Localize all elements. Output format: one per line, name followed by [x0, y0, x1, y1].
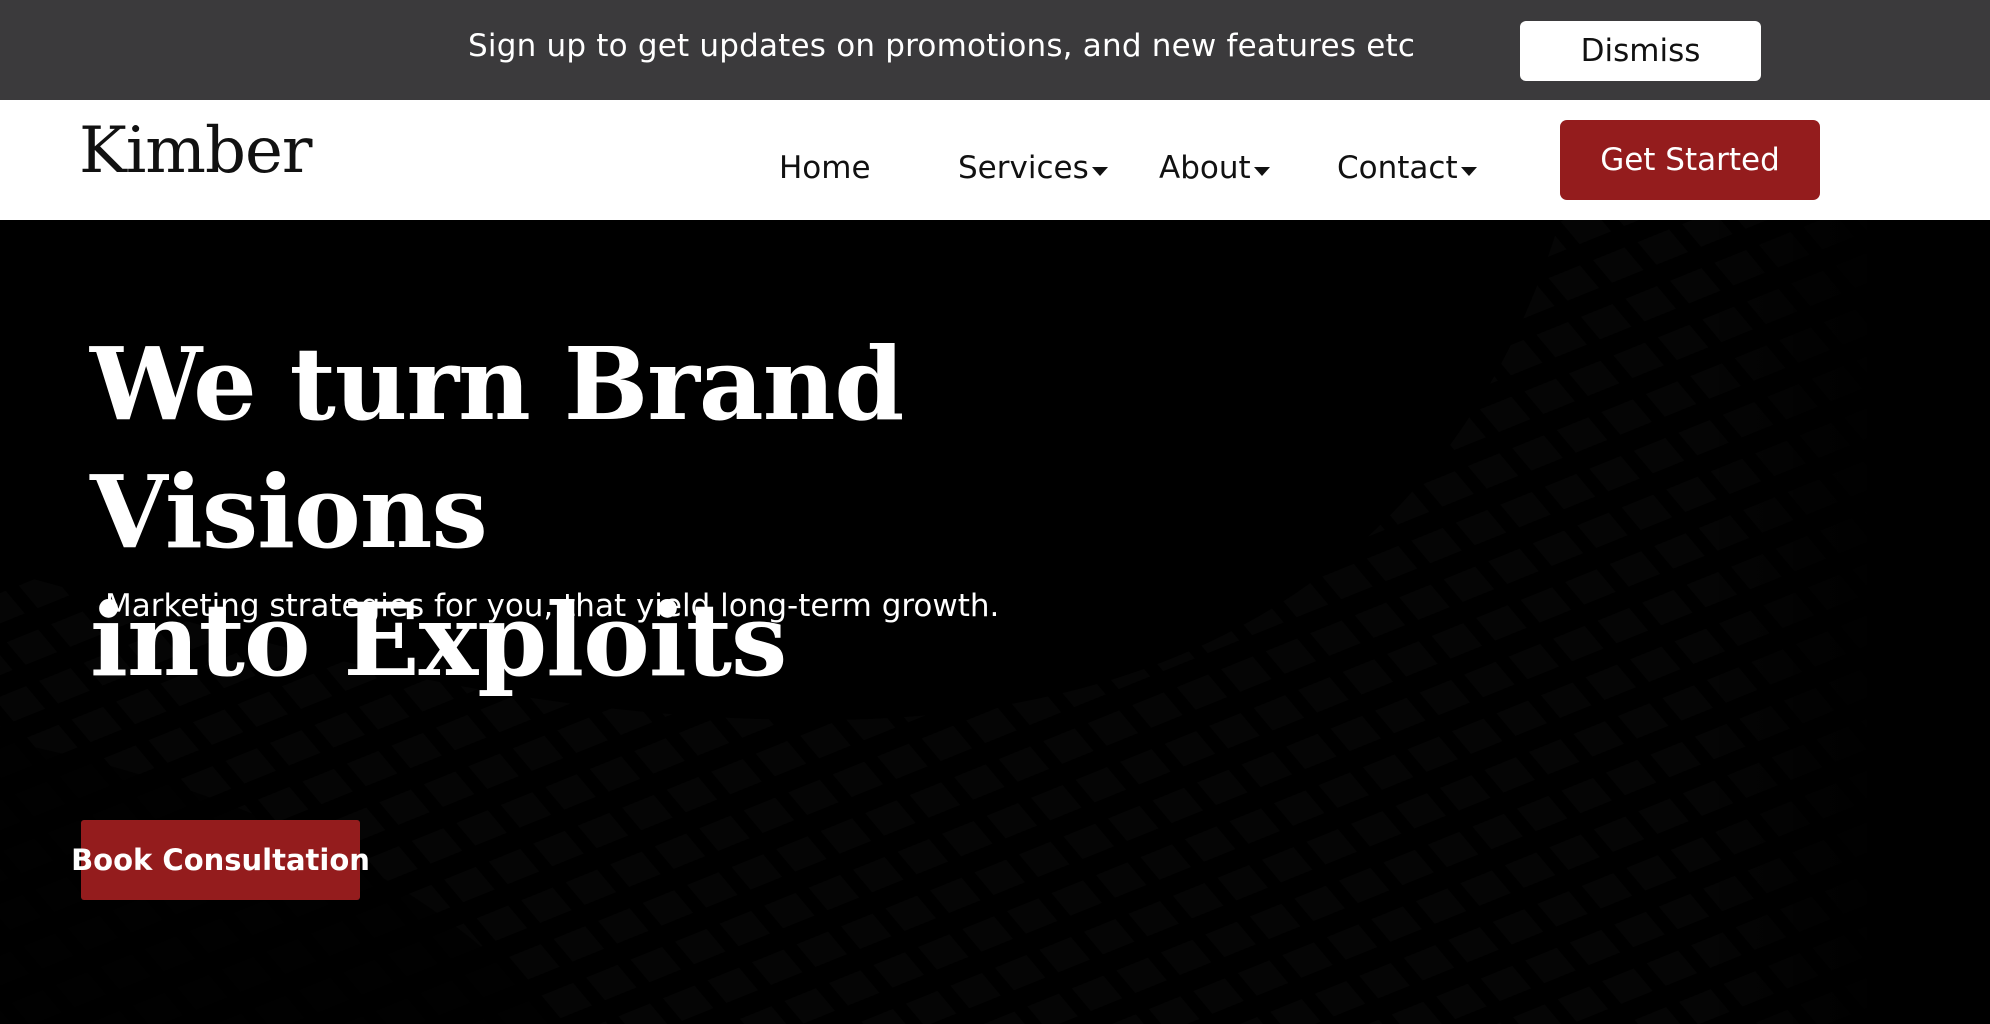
- hero-subtitle: Marketing strategies for you, that yield…: [105, 588, 1000, 624]
- nav-item-contact[interactable]: Contact: [1337, 150, 1477, 186]
- hero-title: We turn Brand Visions into Exploits: [90, 320, 1190, 704]
- nav-label: About: [1159, 150, 1251, 186]
- caret-down-icon: [1460, 166, 1477, 176]
- caret-down-icon: [1253, 166, 1270, 176]
- caret-down-icon: [1091, 166, 1108, 176]
- nav-label: Home: [779, 150, 871, 186]
- logo[interactable]: Kimber: [79, 114, 312, 188]
- dismiss-button[interactable]: Dismiss: [1520, 21, 1761, 81]
- hero-title-line-1: We turn Brand Visions: [90, 325, 904, 571]
- nav-item-home[interactable]: Home: [779, 150, 871, 186]
- nav-item-services[interactable]: Services: [958, 150, 1108, 186]
- nav-label: Contact: [1337, 150, 1458, 186]
- hero-section: We turn Brand Visions into Exploits Mark…: [0, 220, 1990, 1024]
- book-consultation-button[interactable]: Book Consultation: [71, 820, 370, 900]
- promo-bar: Sign up to get updates on promotions, an…: [0, 0, 1990, 100]
- nav-item-about[interactable]: About: [1159, 150, 1270, 186]
- nav-label: Services: [958, 150, 1089, 186]
- get-started-button[interactable]: Get Started: [1560, 120, 1820, 200]
- promo-text: Sign up to get updates on promotions, an…: [468, 28, 1416, 64]
- site-header: Kimber Home Services About Contact Get S…: [0, 100, 1990, 220]
